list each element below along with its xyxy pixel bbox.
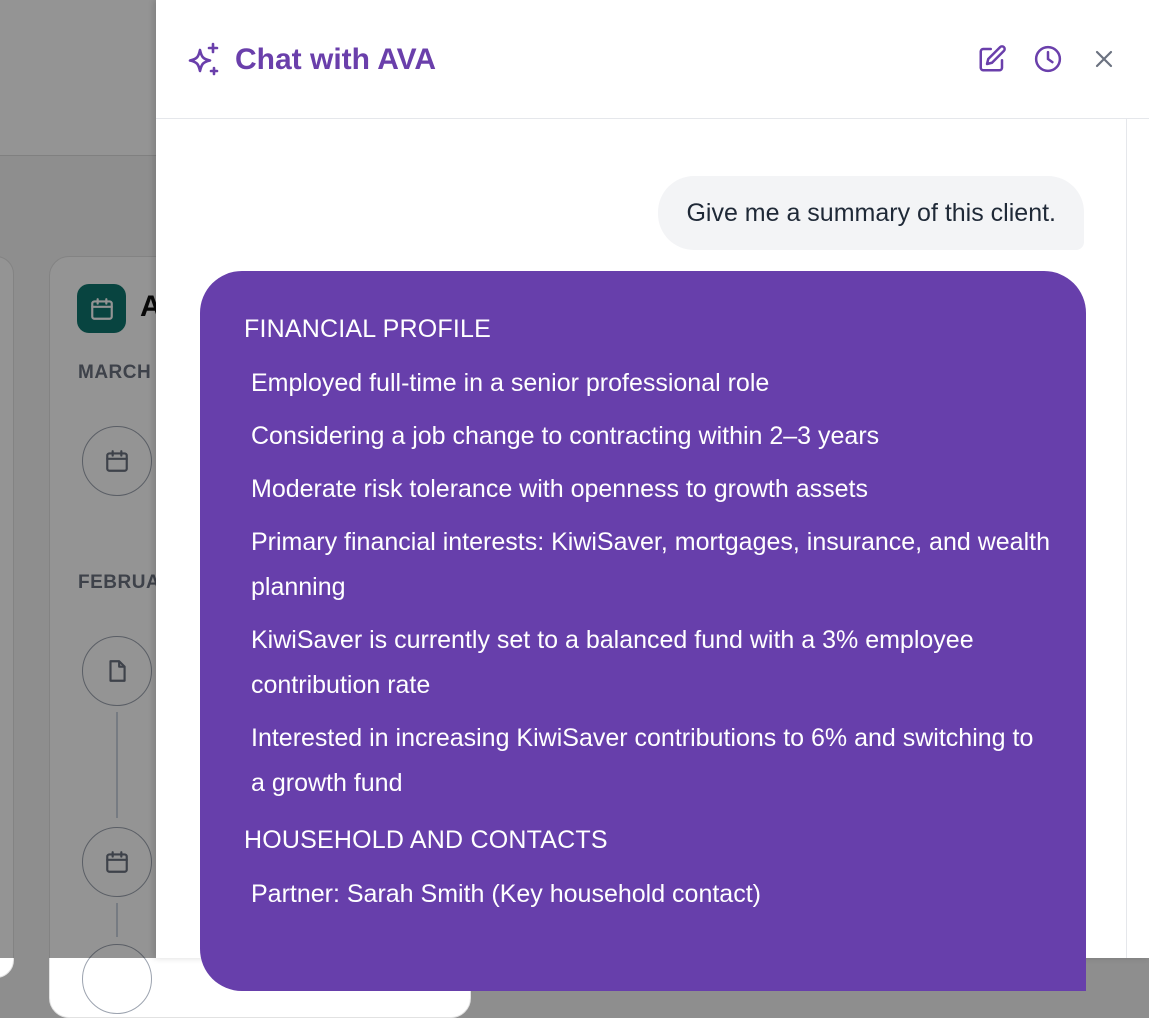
list-item: Employed full-time in a senior professio…: [251, 369, 770, 397]
edit-icon: [979, 45, 1006, 72]
chat-drawer: Chat with AVA Give me a summary of this …: [156, 0, 1149, 991]
chat-header: Chat with AVA: [156, 0, 1149, 119]
scrollbar[interactable]: [1126, 119, 1127, 958]
user-message: Give me a summary of this client.: [658, 176, 1084, 250]
assistant-message: FINANCIAL PROFILE Employed full-time in …: [200, 271, 1086, 991]
bullet-list: Partner: Sarah Smith (Key household cont…: [244, 872, 1054, 917]
assistant-message-content: FINANCIAL PROFILE Employed full-time in …: [244, 311, 1054, 933]
history-button[interactable]: [1031, 42, 1065, 76]
clock-icon: [1034, 45, 1062, 73]
section-heading: FINANCIAL PROFILE: [244, 315, 491, 343]
list-item: Considering a job change to contracting …: [251, 422, 880, 450]
new-chat-button[interactable]: [975, 42, 1009, 76]
close-button[interactable]: [1087, 42, 1121, 76]
list-item: Partner: Sarah Smith (Key household cont…: [251, 880, 761, 908]
chat-title: Chat with AVA: [235, 43, 437, 76]
list-item: KiwiSaver is currently set to a balanced…: [251, 626, 974, 699]
close-icon: [1095, 50, 1113, 68]
list-item: Moderate risk tolerance with openness to…: [251, 475, 868, 503]
sparkles-icon: [188, 42, 219, 76]
section-heading: HOUSEHOLD AND CONTACTS: [244, 826, 608, 854]
list-item: Primary financial interests: KiwiSaver, …: [251, 528, 1050, 601]
bullet-list: Employed full-time in a senior professio…: [244, 361, 1054, 806]
list-item: Interested in increasing KiwiSaver contr…: [251, 724, 1034, 797]
